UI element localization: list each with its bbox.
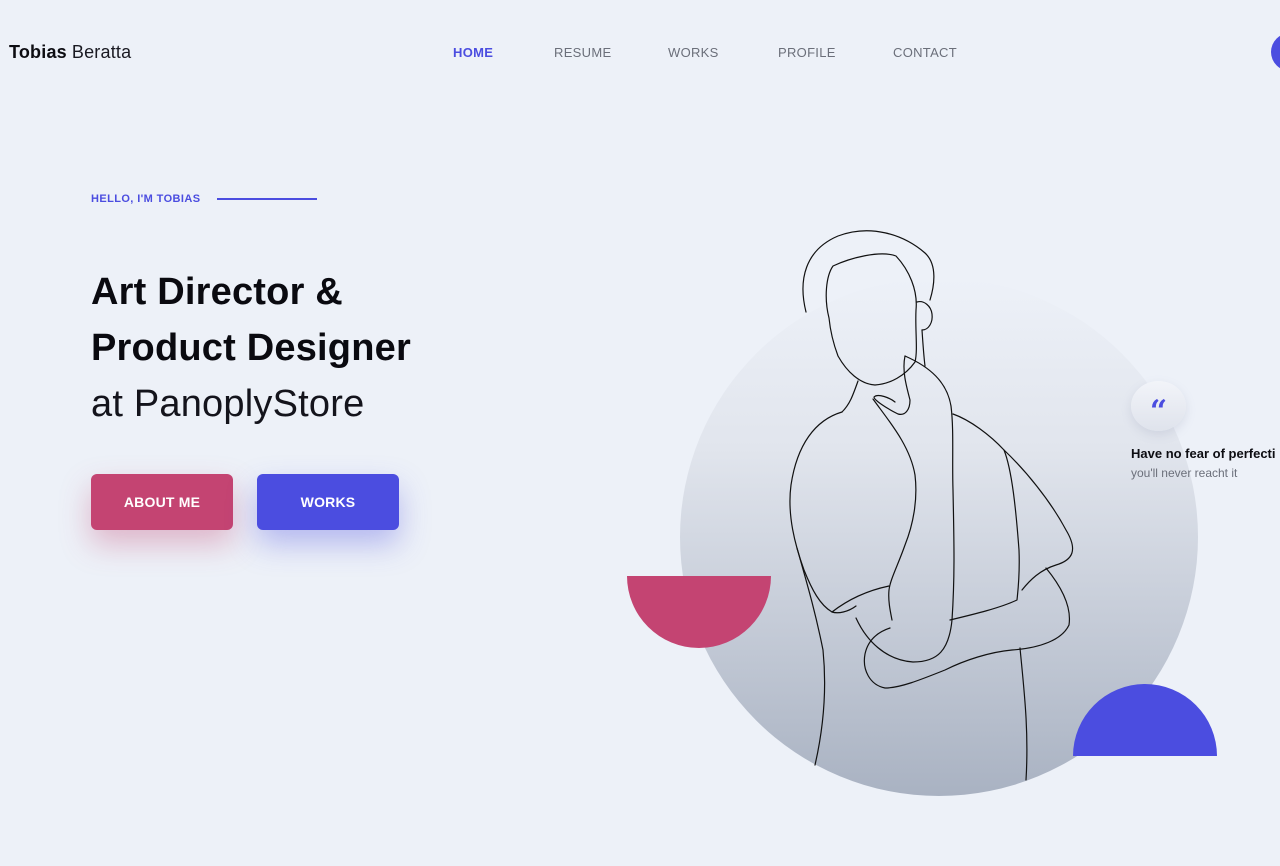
page: Tobias Beratta HOME RESUME WORKS PROFILE … xyxy=(0,0,1280,866)
hero-headline: Art Director & Product Designer at Panop… xyxy=(91,264,411,432)
nav-item-works[interactable]: WORKS xyxy=(668,45,719,60)
blue-semicircle xyxy=(1073,684,1217,756)
quote-badge: “ xyxy=(1131,381,1186,431)
hero-eyebrow: HELLO, I'M TOBIAS xyxy=(91,193,201,205)
headline-line-1: Art Director & xyxy=(91,271,343,313)
eyebrow-divider xyxy=(217,198,317,200)
about-me-button[interactable]: ABOUT ME xyxy=(91,474,233,530)
works-button[interactable]: WORKS xyxy=(257,474,399,530)
quote-icon: “ xyxy=(1149,394,1168,429)
nav-item-home[interactable]: HOME xyxy=(453,45,493,60)
pink-semicircle xyxy=(627,576,771,648)
nav-item-resume[interactable]: RESUME xyxy=(554,45,611,60)
nav-item-contact[interactable]: CONTACT xyxy=(893,45,957,60)
quote-text: Have no fear of perfecti xyxy=(1131,446,1276,461)
backdrop-circle xyxy=(680,278,1198,796)
headline-line-3: at PanoplyStore xyxy=(91,383,365,425)
nav-item-profile[interactable]: PROFILE xyxy=(778,45,836,60)
quote-subtext: you'll never reacht it xyxy=(1131,466,1238,480)
person-line-drawing xyxy=(789,230,1074,781)
main-nav: HOME RESUME WORKS PROFILE CONTACT xyxy=(0,45,1280,61)
hero-illustration xyxy=(627,230,1217,796)
menu-toggle-button[interactable] xyxy=(1271,33,1280,71)
headline-line-2: Product Designer xyxy=(91,327,411,369)
